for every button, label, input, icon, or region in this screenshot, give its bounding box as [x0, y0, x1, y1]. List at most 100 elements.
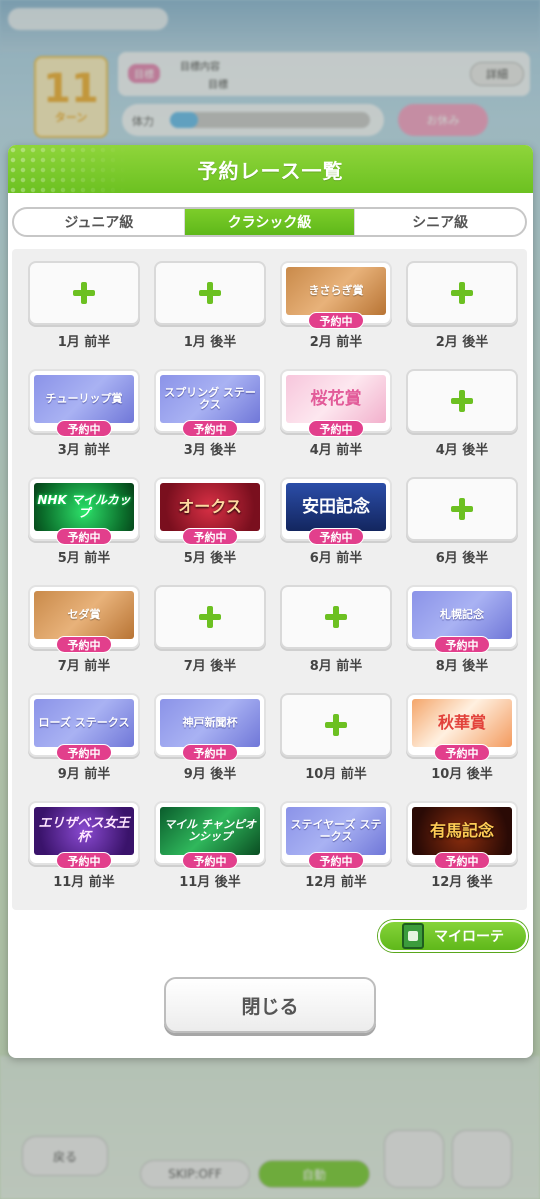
slot-period-label: 10月 後半: [431, 767, 493, 782]
race-banner: オークス: [160, 483, 260, 531]
race-slot: オークス 予約中 5月 後半: [154, 477, 266, 566]
slot-period-label: 9月 後半: [183, 767, 237, 782]
slot-period-label: 10月 前半: [305, 767, 367, 782]
slot-period-label: 3月 前半: [57, 443, 111, 458]
slot-period-label: 6月 後半: [435, 551, 489, 566]
race-slot: 10月 前半: [280, 693, 392, 782]
add-race-button[interactable]: [406, 261, 518, 325]
reserved-badge: 予約中: [308, 420, 364, 437]
slot-period-label: 11月 前半: [53, 875, 115, 890]
add-race-button[interactable]: [406, 369, 518, 433]
reserved-badge: 予約中: [56, 744, 112, 761]
dialog-title: 予約レース一覧: [197, 158, 344, 183]
race-slot: セダ賞 予約中 7月 前半: [28, 585, 140, 674]
race-slot: 2月 後半: [406, 261, 518, 350]
race-banner: 桜花賞: [286, 375, 386, 423]
reserved-badge: 予約中: [56, 852, 112, 869]
race-banner: 有馬記念: [412, 807, 512, 855]
race-banner: ステイヤーズ ステークス: [286, 807, 386, 855]
race-slot: きさらぎ賞 予約中 2月 前半: [280, 261, 392, 350]
race-slot: 桜花賞 予約中 4月 前半: [280, 369, 392, 458]
my-route-button[interactable]: マイローテ: [378, 920, 528, 952]
slot-period-label: 3月 後半: [183, 443, 237, 458]
tab-junior[interactable]: ジュニア級: [14, 209, 184, 235]
reserved-badge: 予約中: [182, 744, 238, 761]
reserved-badge: 予約中: [434, 744, 490, 761]
reserved-badge: 予約中: [182, 852, 238, 869]
race-slot: 6月 後半: [406, 477, 518, 566]
tab-classic[interactable]: クラシック級: [183, 209, 355, 235]
add-race-button[interactable]: [28, 261, 140, 325]
reserved-badge: 予約中: [308, 528, 364, 545]
race-slot: 4月 後半: [406, 369, 518, 458]
add-race-button[interactable]: [280, 585, 392, 649]
race-banner: ローズ ステークス: [34, 699, 134, 747]
race-slot: 有馬記念 予約中 12月 後半: [406, 801, 518, 890]
add-race-button[interactable]: [154, 585, 266, 649]
slot-period-label: 7月 後半: [183, 659, 237, 674]
add-race-button[interactable]: [280, 693, 392, 757]
race-slot: 7月 後半: [154, 585, 266, 674]
plus-icon: [199, 282, 221, 304]
race-slot: スプリング ステークス 予約中 3月 後半: [154, 369, 266, 458]
plus-icon: [451, 282, 473, 304]
race-slot: チューリップ賞 予約中 3月 前半: [28, 369, 140, 458]
slot-period-label: 9月 前半: [57, 767, 111, 782]
race-banner: セダ賞: [34, 591, 134, 639]
race-schedule-grid: 1月 前半 1月 後半 きさらぎ賞 予約中 2月 前半 2月 後半 チューリップ賞 予約中 3月…: [12, 249, 527, 910]
race-banner: マイル チャンピオンシップ: [160, 807, 260, 855]
slot-period-label: 1月 後半: [183, 335, 237, 350]
race-slot: 札幌記念 予約中 8月 後半: [406, 585, 518, 674]
plus-icon: [325, 714, 347, 736]
slot-period-label: 12月 前半: [305, 875, 367, 890]
slot-period-label: 1月 前半: [57, 335, 111, 350]
race-slot: 1月 後半: [154, 261, 266, 350]
race-banner: 安田記念: [286, 483, 386, 531]
plus-icon: [325, 606, 347, 628]
slot-period-label: 5月 前半: [57, 551, 111, 566]
slot-period-label: 7月 前半: [57, 659, 111, 674]
add-race-button[interactable]: [406, 477, 518, 541]
reserved-badge: 予約中: [56, 420, 112, 437]
plus-icon: [451, 498, 473, 520]
slot-period-label: 4月 後半: [435, 443, 489, 458]
race-slot: ステイヤーズ ステークス 予約中 12月 前半: [280, 801, 392, 890]
slot-period-label: 6月 前半: [309, 551, 363, 566]
reserved-badge: 予約中: [434, 852, 490, 869]
race-banner: 神戸新聞杯: [160, 699, 260, 747]
race-banner: スプリング ステークス: [160, 375, 260, 423]
race-slot: NHK マイルカップ 予約中 5月 前半: [28, 477, 140, 566]
my-route-label: マイローテ: [434, 929, 504, 945]
race-slot: エリザベス女王杯 予約中 11月 前半: [28, 801, 140, 890]
reserved-badge: 予約中: [308, 312, 364, 329]
reserved-badge: 予約中: [182, 528, 238, 545]
slot-period-label: 5月 後半: [183, 551, 237, 566]
slot-period-label: 8月 前半: [309, 659, 363, 674]
add-race-button[interactable]: [154, 261, 266, 325]
slot-period-label: 11月 後半: [179, 875, 241, 890]
slot-period-label: 4月 前半: [309, 443, 363, 458]
slot-period-label: 2月 後半: [435, 335, 489, 350]
reserved-badge: 予約中: [56, 636, 112, 653]
race-banner: エリザベス女王杯: [34, 807, 134, 855]
close-button[interactable]: 閉じる: [164, 977, 376, 1033]
race-slot: ローズ ステークス 予約中 9月 前半: [28, 693, 140, 782]
class-tabs: ジュニア級 クラシック級 シニア級: [12, 207, 527, 237]
race-slot: 安田記念 予約中 6月 前半: [280, 477, 392, 566]
race-banner: きさらぎ賞: [286, 267, 386, 315]
slot-period-label: 12月 後半: [431, 875, 493, 890]
tab-senior[interactable]: シニア級: [354, 209, 525, 235]
reserved-badge: 予約中: [434, 636, 490, 653]
plus-icon: [73, 282, 95, 304]
reserved-races-dialog: 予約レース一覧 ジュニア級 クラシック級 シニア級 1月 前半 1月 後半 きさらぎ…: [8, 145, 533, 1058]
reserved-badge: 予約中: [308, 852, 364, 869]
race-slot: 1月 前半: [28, 261, 140, 350]
dialog-header: 予約レース一覧: [8, 145, 533, 193]
race-slot: 神戸新聞杯 予約中 9月 後半: [154, 693, 266, 782]
race-banner: チューリップ賞: [34, 375, 134, 423]
plus-icon: [451, 390, 473, 412]
race-slot: 秋華賞 予約中 10月 後半: [406, 693, 518, 782]
race-banner: 秋華賞: [412, 699, 512, 747]
slot-period-label: 2月 前半: [309, 335, 363, 350]
race-banner: NHK マイルカップ: [34, 483, 134, 531]
